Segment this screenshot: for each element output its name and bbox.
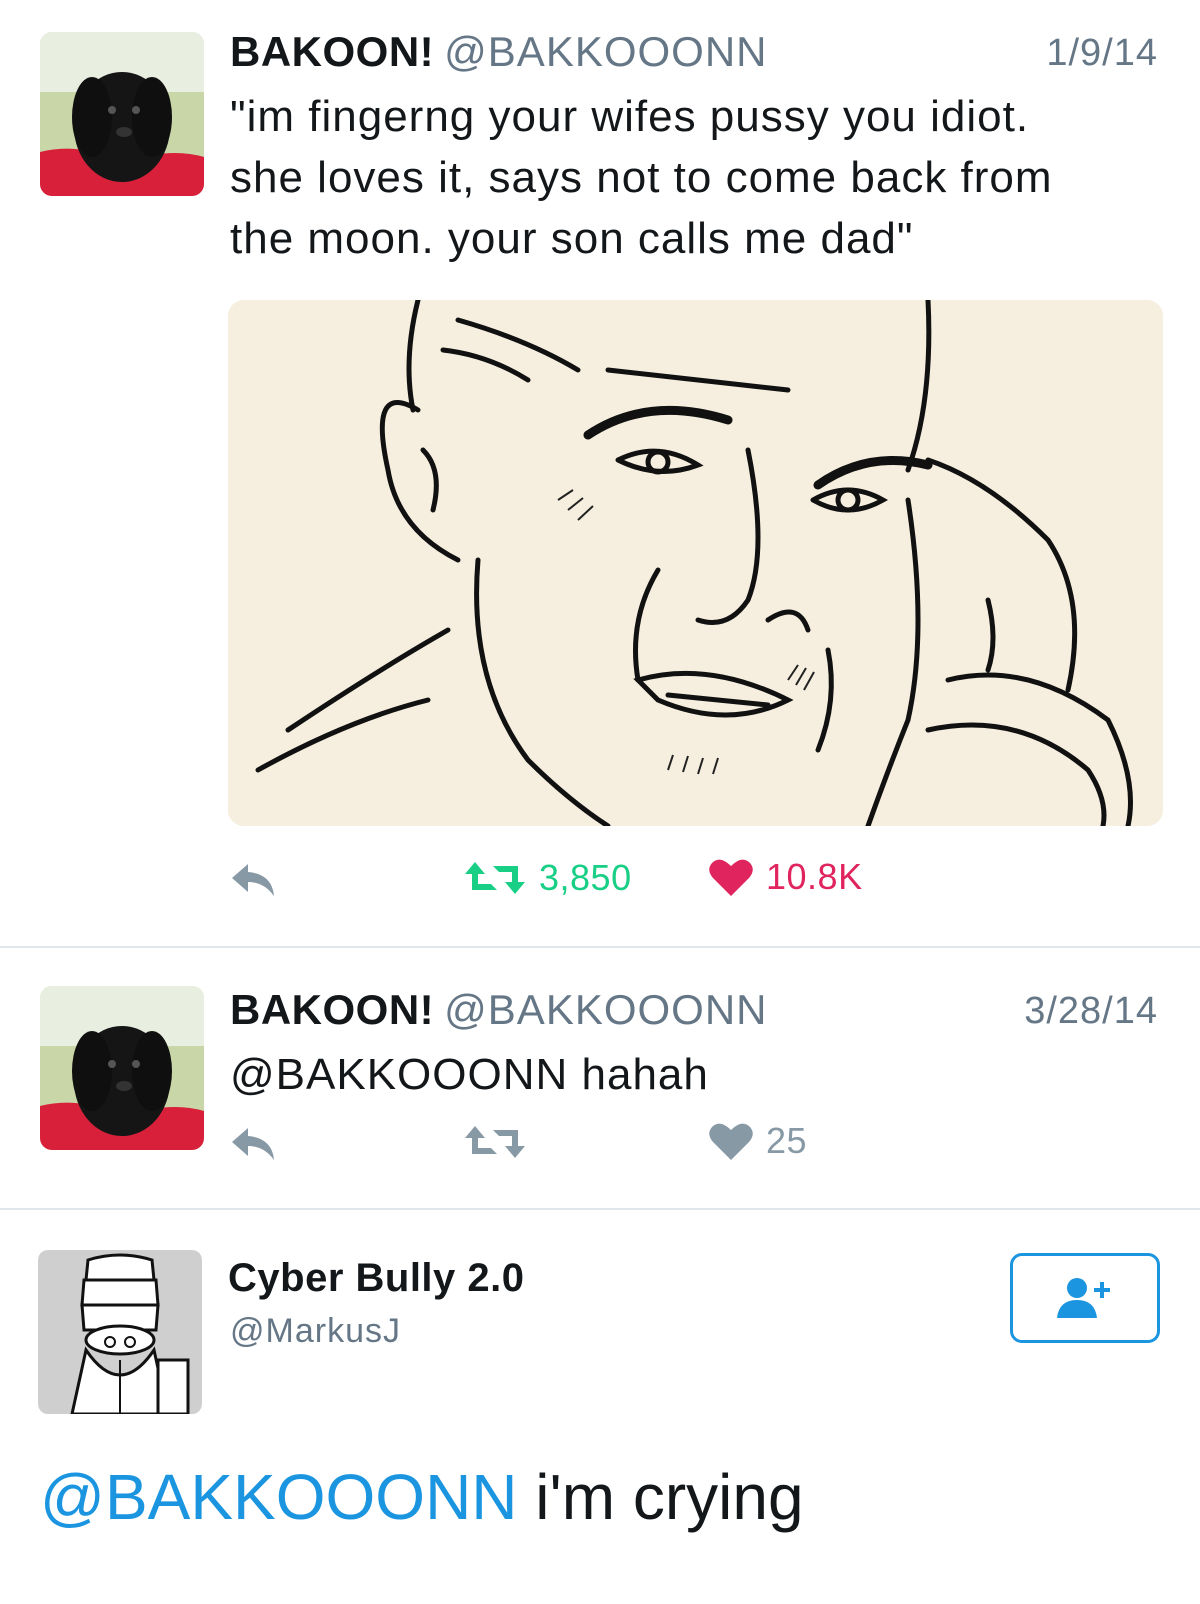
tweet-text: "im fingerng your wifes pussy you idiot.…	[230, 86, 1053, 269]
tweet-text-line: the moon. your son calls me dad"	[230, 214, 914, 263]
cyber-bully-avatar-image	[38, 1250, 202, 1414]
retweet-icon	[465, 1126, 525, 1158]
follow-user-icon	[1057, 1278, 1110, 1318]
avatar-markusj[interactable]	[38, 1250, 202, 1414]
tweet-text-line: "im fingerng your wifes pussy you idiot.	[230, 92, 1030, 141]
tweet-text: @BAKKOOONN hahah	[230, 1050, 709, 1099]
sketch-face-drawing	[228, 300, 1163, 826]
quote-text-body: i'm crying	[517, 1461, 804, 1533]
tweet-text-line: she loves it, says not to come back from	[230, 153, 1053, 202]
reply-button[interactable]	[228, 860, 280, 900]
avatar-bakoon[interactable]	[40, 986, 204, 1150]
heart-icon	[709, 859, 753, 896]
retweet-button[interactable]	[463, 1120, 527, 1164]
reply-icon	[232, 1128, 274, 1160]
like-button[interactable]: 25	[708, 1120, 807, 1162]
tweet-date[interactable]: 1/9/14	[1046, 32, 1158, 75]
heart-icon	[709, 1123, 753, 1160]
author-handle[interactable]: @BAKKOOONN	[444, 28, 767, 75]
author-line: BAKOON! @BAKKOOONN	[230, 28, 768, 76]
author-name[interactable]: BAKOON!	[230, 986, 434, 1033]
tweet-1[interactable]: BAKOON! @BAKKOOONN 1/9/14 "im fingerng yo…	[0, 0, 1200, 950]
quote-mention-link[interactable]: @BAKKOOONN	[40, 1461, 518, 1533]
dog-avatar-image	[40, 32, 204, 196]
retweet-button[interactable]: 3,850	[463, 856, 632, 900]
quote-author-name[interactable]: Cyber Bully 2.0	[228, 1256, 525, 1301]
like-count: 25	[766, 1120, 808, 1161]
retweet-icon	[465, 862, 525, 894]
quote-text: @BAKKOOONN i'm crying	[40, 1460, 804, 1534]
quote-author-handle[interactable]: @MarkusJ	[230, 1312, 401, 1351]
tweet-date[interactable]: 3/28/14	[1024, 990, 1158, 1033]
author-line: BAKOON! @BAKKOOONN	[230, 986, 768, 1034]
reply-icon	[232, 864, 274, 896]
author-handle[interactable]: @BAKKOOONN	[444, 986, 767, 1033]
tweet-media-image[interactable]	[228, 300, 1163, 826]
follow-button[interactable]	[1010, 1253, 1160, 1343]
dog-avatar-image	[40, 986, 204, 1150]
like-count: 10.8K	[766, 856, 863, 897]
tweet-2[interactable]: BAKOON! @BAKKOOONN 3/28/14 @BAKKOOONN hah…	[0, 948, 1200, 1208]
reply-button[interactable]	[228, 1124, 280, 1164]
embedded-tweet[interactable]: Cyber Bully 2.0 @MarkusJ @BAKKOOONN i'm …	[0, 1210, 1200, 1604]
author-name[interactable]: BAKOON!	[230, 28, 434, 75]
retweet-count: 3,850	[539, 857, 632, 898]
avatar-bakoon[interactable]	[40, 32, 204, 196]
like-button[interactable]: 10.8K	[708, 856, 863, 898]
